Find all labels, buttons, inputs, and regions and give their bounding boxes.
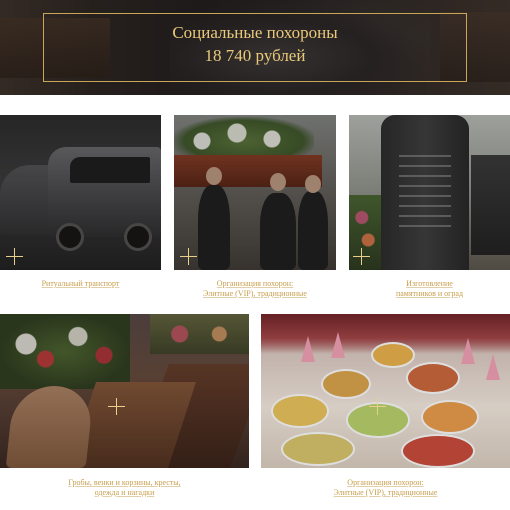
caption-monuments[interactable]: Изготовление памятников и оград (349, 279, 510, 299)
plus-icon (353, 248, 370, 265)
caption-line: Элитные (VIP), традиционные (203, 289, 307, 298)
tile-monuments[interactable] (349, 115, 510, 270)
caption-line: Организация похорон: (216, 279, 294, 288)
tile-overlay (261, 314, 510, 468)
tile-overlay (0, 115, 161, 270)
hero-title: Социальные похороны (172, 23, 338, 42)
hero-price: 18 740 рублей (204, 46, 306, 65)
tile-overlay (0, 314, 249, 468)
caption-line: Гробы, венки и корзины, кресты, (68, 478, 181, 487)
caption-coffins-wreaths[interactable]: Гробы, венки и корзины, кресты, одежда и… (0, 478, 249, 498)
caption-memorial-organization[interactable]: Организация похорон: Элитные (VIP), трад… (261, 478, 510, 498)
plus-icon (6, 248, 23, 265)
caption-line: Ритуальный транспорт (41, 279, 120, 288)
tile-funeral-transport[interactable] (0, 115, 161, 270)
caption-funeral-transport[interactable]: Ритуальный транспорт (0, 279, 161, 289)
tile-memorial-banquet[interactable] (261, 314, 510, 468)
caption-funeral-organization[interactable]: Организация похорон: Элитные (VIP), трад… (174, 279, 336, 299)
caption-line: Организация похорон: (347, 478, 424, 487)
caption-line: памятников и оград (395, 289, 464, 298)
plus-icon (180, 248, 197, 265)
caption-line: Изготовление (406, 279, 453, 288)
hero-banner: Социальные похороны 18 740 рублей (0, 0, 510, 95)
tile-funeral-organization[interactable] (174, 115, 336, 270)
caption-line: Элитные (VIP), традиционные (333, 488, 438, 497)
caption-line: одежда и нагадки (94, 488, 155, 497)
plus-icon (108, 398, 125, 415)
tile-overlay (174, 115, 336, 270)
tile-overlay (349, 115, 510, 270)
plus-icon (369, 398, 386, 415)
tile-coffins-wreaths[interactable] (0, 314, 249, 468)
